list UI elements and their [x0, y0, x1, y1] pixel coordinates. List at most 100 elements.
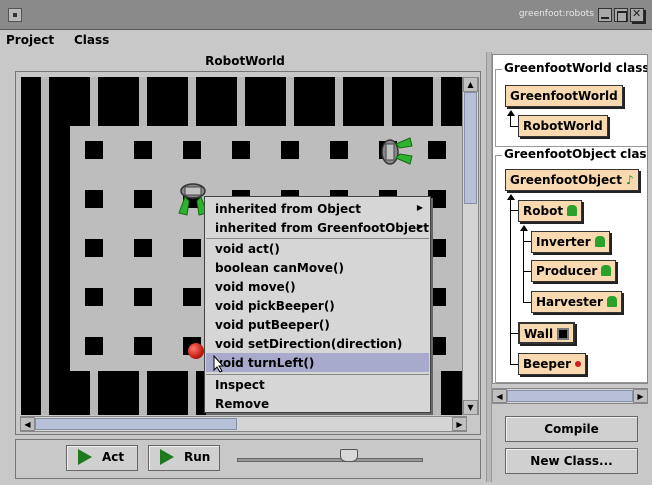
scroll-right-icon[interactable]: ▶ [452, 417, 467, 431]
world-classes-title: GreenfootWorld classes [502, 61, 647, 75]
scroll-thumb[interactable] [507, 390, 633, 402]
minimize-icon[interactable] [598, 8, 612, 22]
music-note-icon: ♪ [625, 173, 634, 187]
menu-inspect[interactable]: Inspect [206, 375, 429, 394]
scroll-thumb[interactable] [35, 418, 237, 430]
object-classes-title: GreenfootObject classes [502, 147, 647, 161]
floor-cell [70, 126, 119, 175]
class-beeper[interactable]: Beeper [518, 353, 587, 375]
window-titlebar: greenfoot:robots [0, 0, 652, 30]
object-context-menu: inherited from Object inherited from Gre… [204, 196, 431, 413]
inheritance-line [510, 200, 511, 365]
class-greenfootworld[interactable]: GreenfootWorld [505, 85, 623, 107]
class-inverter[interactable]: Inverter [531, 231, 610, 253]
menu-method-turnleft[interactable]: void turnLeft() [206, 353, 429, 372]
wall-cell [217, 77, 266, 126]
mouse-cursor-icon [213, 355, 225, 373]
floor-cell [119, 273, 168, 322]
menu-method-move[interactable]: void move() [206, 277, 429, 296]
floor-cell [168, 126, 217, 175]
class-greenfootobject[interactable]: GreenfootObject ♪ [505, 169, 639, 191]
world-title: RobotWorld [205, 54, 285, 68]
menu-method-canmove[interactable]: boolean canMove() [206, 258, 429, 277]
floor-cell [70, 224, 119, 273]
window-menu-icon[interactable] [8, 8, 22, 22]
act-button[interactable]: Act [66, 445, 138, 471]
wall-cell [315, 77, 364, 126]
floor-cell [217, 126, 266, 175]
class-wall-label: Wall [524, 327, 554, 341]
wall-cell [21, 77, 70, 126]
menu-method-act[interactable]: void act() [206, 239, 429, 258]
inheritance-arrow [507, 110, 515, 116]
new-class-button[interactable]: New Class... [505, 448, 638, 474]
class-diagram-panel: GreenfootWorld classes GreenfootWorld Ro… [492, 54, 648, 384]
robot-icon [601, 265, 612, 276]
scroll-up-icon[interactable]: ▲ [463, 77, 478, 92]
floor-cell [70, 322, 119, 371]
scroll-left-icon[interactable]: ◀ [492, 389, 507, 403]
class-robot[interactable]: Robot [518, 200, 583, 222]
act-label: Act [102, 450, 125, 464]
menu-project[interactable]: Project [6, 33, 54, 47]
wall-cell [119, 371, 168, 415]
wall-cell [364, 77, 413, 126]
floor-cell [119, 126, 168, 175]
inheritance-arrow [520, 225, 528, 231]
inheritance-arrow [507, 194, 515, 200]
wall-cell [168, 77, 217, 126]
menu-method-pickbeeper[interactable]: void pickBeeper() [206, 296, 429, 315]
class-robotworld[interactable]: RobotWorld [518, 115, 608, 137]
wall-cell [21, 175, 70, 224]
robot-icon [606, 296, 617, 307]
scroll-left-icon[interactable]: ◀ [20, 417, 35, 431]
menu-inherited-greenfootobject[interactable]: inherited from GreenfootObject [206, 218, 429, 237]
maximize-icon[interactable] [614, 8, 628, 22]
compile-button[interactable]: Compile [505, 416, 638, 442]
inheritance-line [510, 333, 518, 334]
class-harvester[interactable]: Harvester [531, 291, 622, 313]
class-producer-label: Producer [536, 264, 598, 278]
floor-cell [70, 175, 119, 224]
class-producer[interactable]: Producer [531, 260, 617, 282]
close-icon[interactable] [630, 7, 644, 22]
inheritance-line [510, 210, 518, 211]
robot-icon [594, 236, 605, 247]
scroll-thumb[interactable] [464, 92, 477, 204]
floor-cell [119, 322, 168, 371]
inheritance-line [510, 364, 518, 365]
speed-slider-thumb[interactable] [340, 449, 358, 462]
class-panel-scrollbar[interactable]: ◀ ▶ [492, 388, 648, 404]
wall-cell [21, 126, 70, 175]
speed-slider-track[interactable] [237, 458, 423, 462]
inheritance-line [510, 126, 518, 127]
scroll-down-icon[interactable]: ▼ [463, 400, 478, 415]
run-label: Run [184, 450, 211, 464]
wall-cell [21, 273, 70, 322]
floor-cell [315, 126, 364, 175]
menu-method-setdirection[interactable]: void setDirection(direction) [206, 334, 429, 353]
menu-method-putbeeper[interactable]: void putBeeper() [206, 315, 429, 334]
wall-icon [557, 328, 570, 340]
beeper-sprite[interactable] [188, 343, 204, 359]
play-icon [160, 449, 174, 465]
class-inverter-label: Inverter [536, 235, 591, 249]
menu-inherited-object[interactable]: inherited from Object [206, 199, 429, 218]
inheritance-line [523, 241, 531, 242]
run-button[interactable]: Run [148, 445, 220, 471]
floor-cell [413, 126, 462, 175]
scroll-right-icon[interactable]: ▶ [633, 389, 648, 403]
wall-cell [21, 322, 70, 371]
robot-sprite[interactable] [376, 132, 416, 172]
wall-cell [21, 224, 70, 273]
class-robot-label: Robot [523, 204, 564, 218]
class-wall[interactable]: Wall [518, 322, 576, 344]
menu-remove[interactable]: Remove [206, 394, 429, 413]
world-horizontal-scrollbar[interactable]: ◀ ▶ [20, 416, 467, 432]
class-greenfootobject-label: GreenfootObject [510, 173, 622, 187]
menu-class[interactable]: Class [74, 33, 109, 47]
floor-cell [119, 175, 168, 224]
class-beeper-label: Beeper [523, 357, 572, 371]
world-vertical-scrollbar[interactable]: ▲ ▼ [462, 77, 479, 415]
floor-cell [266, 126, 315, 175]
